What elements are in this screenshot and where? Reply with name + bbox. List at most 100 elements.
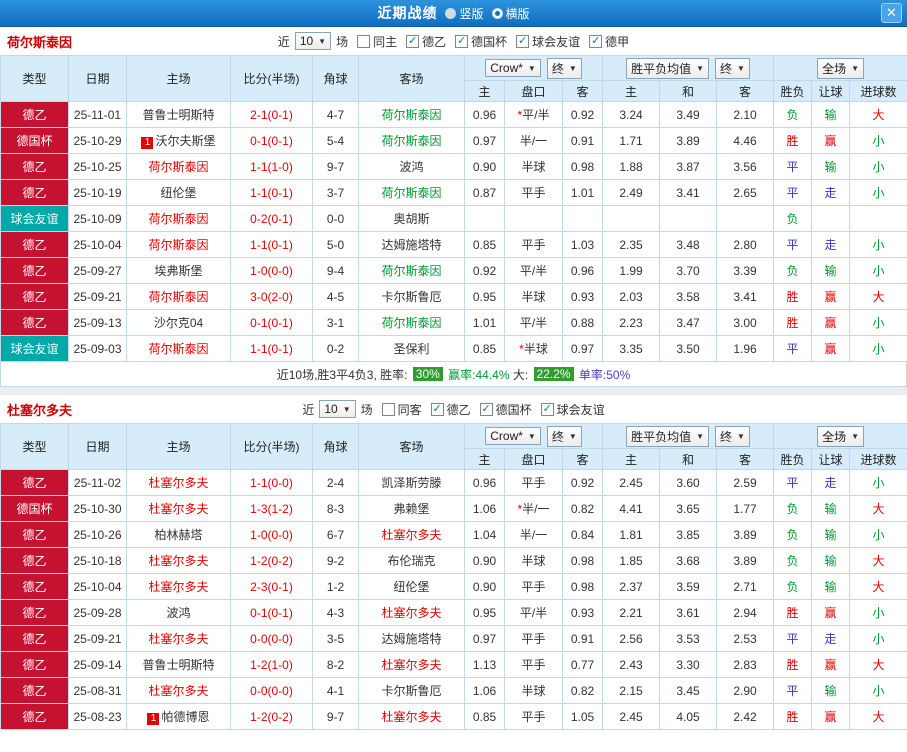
home-team[interactable]: 1 帕德博恩 — [126, 703, 231, 730]
odds-company-value: Crow* — [490, 61, 523, 75]
home-team[interactable]: 杜塞尔多夫 — [126, 625, 231, 652]
scope-select[interactable]: 全场 ▼ — [817, 425, 865, 447]
home-team[interactable]: 波鸿 — [126, 599, 231, 626]
close-button[interactable]: ✕ — [881, 3, 902, 23]
away-team[interactable]: 奥胡斯 — [358, 205, 465, 232]
checkbox-checked-icon[interactable]: ✓ — [430, 402, 444, 416]
chevron-down-icon: ▼ — [342, 404, 351, 414]
team2-results-table: 类型 日期 主场 比分(半场) 角球 客场 Crow* ▼ 终 ▼ 胜平负均值 ▼ 终… — [0, 423, 907, 730]
avg-home: 2.37 — [602, 573, 661, 600]
team2-name: 杜塞尔多夫 — [7, 402, 73, 418]
layout-option-horizontal[interactable]: 横版 — [491, 5, 530, 22]
filter-checkbox-德乙[interactable]: ✓ 德乙 — [406, 33, 446, 50]
home-team[interactable]: 荷尔斯泰因 — [126, 283, 231, 310]
checkbox-checked-icon[interactable]: ✓ — [479, 402, 493, 416]
odds-final-select[interactable]: 终 ▼ — [546, 57, 582, 79]
odds-away: 0.92 — [561, 101, 604, 128]
away-team[interactable]: 凯泽斯劳滕 — [358, 469, 465, 496]
filter-checkbox-label: 同主 — [373, 34, 398, 49]
home-team[interactable]: 杜塞尔多夫 — [126, 495, 231, 522]
odds-away: 0.91 — [561, 127, 604, 154]
avg-select[interactable]: 胜平负均值 ▼ — [626, 425, 710, 447]
home-team[interactable]: 埃弗斯堡 — [126, 257, 231, 284]
avg-home: 1.88 — [602, 153, 661, 180]
away-team[interactable]: 荷尔斯泰因 — [358, 257, 465, 284]
near-label: 近 — [277, 34, 290, 49]
home-team[interactable]: 杜塞尔多夫 — [126, 469, 231, 496]
match-score: 0-2(0-1) — [230, 205, 313, 232]
filter-checkbox-德乙[interactable]: ✓ 德乙 — [430, 401, 471, 418]
home-team[interactable]: 纽伦堡 — [126, 179, 231, 206]
away-team[interactable]: 布伦瑞克 — [358, 547, 465, 574]
layout-option-vertical[interactable]: 竖版 — [445, 5, 484, 22]
away-team[interactable]: 波鸿 — [358, 153, 465, 180]
team1-name: 荷尔斯泰因 — [7, 34, 73, 50]
radio-unselected-icon[interactable] — [445, 7, 457, 19]
handicap-result-cell: 赢 — [811, 335, 851, 362]
chevron-down-icon: ▼ — [568, 431, 577, 441]
checkbox-unchecked-icon[interactable] — [357, 34, 371, 48]
checkbox-checked-icon[interactable]: ✓ — [540, 402, 554, 416]
home-team[interactable]: 荷尔斯泰因 — [126, 335, 231, 362]
away-team[interactable]: 荷尔斯泰因 — [358, 179, 465, 206]
col-header-type: 类型 — [0, 423, 69, 470]
checkbox-unchecked-icon[interactable] — [381, 402, 395, 416]
away-team[interactable]: 纽伦堡 — [358, 573, 465, 600]
away-team[interactable]: 卡尔斯鲁厄 — [358, 677, 465, 704]
avg-final-select[interactable]: 终 ▼ — [715, 57, 750, 79]
filter-checkbox-同主[interactable]: 同主 — [357, 33, 397, 50]
home-team[interactable]: 普鲁士明斯特 — [126, 101, 231, 128]
checkbox-checked-icon[interactable]: ✓ — [516, 34, 530, 48]
away-team[interactable]: 圣保利 — [358, 335, 465, 362]
home-team[interactable]: 杜塞尔多夫 — [126, 547, 231, 574]
home-team[interactable]: 1 沃尔夫斯堡 — [126, 127, 231, 154]
table-row: 德乙 25-09-21 荷尔斯泰因 3-0(2-0) 4-5 卡尔斯鲁厄 0.95 半球 0.9… — [0, 283, 907, 310]
odds-company-select[interactable]: Crow* ▼ — [485, 427, 541, 445]
odds-final-select[interactable]: 终 ▼ — [546, 425, 582, 447]
handicap-result-cell: 输 — [811, 547, 851, 574]
match-type-badge: 德乙 — [0, 651, 69, 678]
away-team[interactable]: 达姆施塔特 — [358, 231, 465, 258]
checkbox-checked-icon[interactable]: ✓ — [406, 34, 420, 48]
home-team[interactable]: 沙尔克04 — [126, 309, 231, 336]
home-team[interactable]: 普鲁士明斯特 — [126, 651, 231, 678]
match-count-select[interactable]: 10 ▼ — [294, 32, 332, 50]
filter-checkbox-球会友谊[interactable]: ✓ 球会友谊 — [516, 33, 580, 50]
avg-home — [602, 205, 661, 232]
away-team[interactable]: 弗赖堡 — [358, 495, 465, 522]
home-team[interactable]: 荷尔斯泰因 — [126, 153, 231, 180]
summary-segment: 22.2% — [533, 367, 574, 381]
scope-select[interactable]: 全场 ▼ — [817, 57, 865, 79]
filter-checkbox-德国杯[interactable]: ✓ 德国杯 — [479, 401, 532, 418]
home-team[interactable]: 荷尔斯泰因 — [126, 205, 231, 232]
radio-selected-icon[interactable] — [491, 7, 503, 19]
home-team[interactable]: 荷尔斯泰因 — [126, 231, 231, 258]
filter-checkbox-德国杯[interactable]: ✓ 德国杯 — [455, 33, 507, 50]
scope-select-value: 全场 — [822, 61, 847, 76]
away-team-name: 荷尔斯泰因 — [381, 264, 442, 278]
odds-home: 0.96 — [464, 101, 505, 128]
away-team[interactable]: 达姆施塔特 — [358, 625, 465, 652]
odds-handicap: 平手 — [504, 231, 563, 258]
away-team[interactable]: 荷尔斯泰因 — [358, 127, 465, 154]
match-count-select[interactable]: 10 ▼ — [319, 400, 356, 418]
away-team[interactable]: 荷尔斯泰因 — [358, 101, 465, 128]
avg-final-select[interactable]: 终 ▼ — [715, 425, 750, 447]
filter-checkbox-同客[interactable]: 同客 — [381, 401, 422, 418]
away-team[interactable]: 杜塞尔多夫 — [358, 599, 465, 626]
away-team[interactable]: 杜塞尔多夫 — [358, 651, 465, 678]
filter-checkbox-德甲[interactable]: ✓ 德甲 — [589, 33, 629, 50]
away-team[interactable]: 杜塞尔多夫 — [358, 703, 465, 730]
table-row: 德乙 25-10-25 荷尔斯泰因 1-1(1-0) 9-7 波鸿 0.90 半球 0.98 1.… — [0, 153, 907, 180]
away-team[interactable]: 卡尔斯鲁厄 — [358, 283, 465, 310]
away-team[interactable]: 杜塞尔多夫 — [358, 521, 465, 548]
filter-checkbox-球会友谊[interactable]: ✓ 球会友谊 — [540, 401, 605, 418]
checkbox-checked-icon[interactable]: ✓ — [455, 34, 469, 48]
checkbox-checked-icon[interactable]: ✓ — [589, 34, 603, 48]
away-team[interactable]: 荷尔斯泰因 — [358, 309, 465, 336]
home-team[interactable]: 柏林赫塔 — [126, 521, 231, 548]
home-team[interactable]: 杜塞尔多夫 — [126, 677, 231, 704]
home-team[interactable]: 杜塞尔多夫 — [126, 573, 231, 600]
avg-select[interactable]: 胜平负均值 ▼ — [626, 57, 710, 79]
odds-company-select[interactable]: Crow* ▼ — [485, 59, 541, 77]
